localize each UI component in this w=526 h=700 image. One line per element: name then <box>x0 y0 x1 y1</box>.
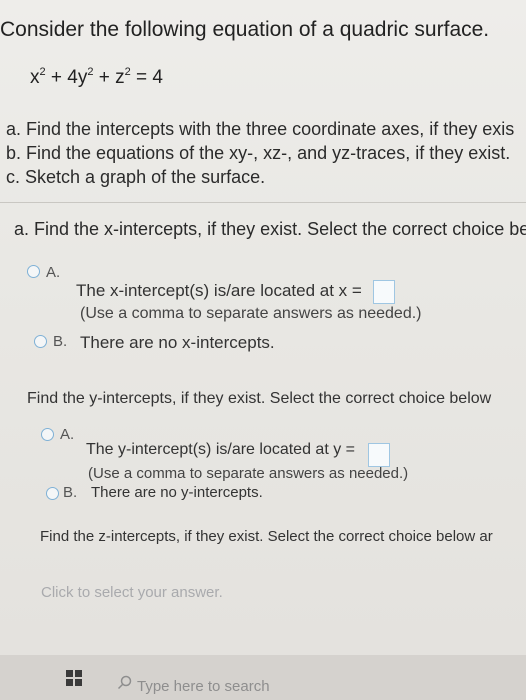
y-option-b-text[interactable]: There are no y-intercepts. <box>91 484 263 501</box>
windows-start-icon[interactable] <box>66 670 83 687</box>
y-intercept-input[interactable] <box>368 443 390 467</box>
y-option-a-radio[interactable] <box>41 428 54 441</box>
x-option-a-note: (Use a comma to separate answers as need… <box>80 305 422 322</box>
x-option-b-radio[interactable] <box>34 335 47 348</box>
problem-panel: Consider the following equation of a qua… <box>0 0 526 655</box>
y-option-a-note: (Use a comma to separate answers as need… <box>88 465 409 482</box>
equation: x2 + 4y2 + z2 = 4 <box>30 66 163 89</box>
eq-term-y: + 4y <box>45 67 88 88</box>
x-option-a-radio[interactable] <box>27 265 40 278</box>
x-option-a-letter: A. <box>46 264 61 281</box>
taskbar-search-input[interactable]: Type here to search <box>137 678 270 695</box>
taskbar: Type here to search <box>0 655 526 700</box>
search-icon <box>117 675 132 690</box>
y-intercepts-prompt: Find the y-intercepts, if they exist. Se… <box>27 390 492 407</box>
eq-term-z: + z <box>93 67 125 88</box>
part-c-instruction: c. Sketch a graph of the surface. <box>6 167 266 187</box>
y-option-a-letter: A. <box>60 426 75 443</box>
divider <box>0 202 526 203</box>
y-option-b-radio[interactable] <box>46 487 59 500</box>
part-b-instruction: b. Find the equations of the xy-, xz-, a… <box>6 143 511 163</box>
x-option-a-text[interactable]: The x-intercept(s) is/are located at x = <box>76 281 362 301</box>
part-a-instruction: a. Find the intercepts with the three co… <box>6 119 515 139</box>
x-intercept-input[interactable] <box>373 280 395 304</box>
click-to-select-hint: Click to select your answer. <box>41 584 223 601</box>
eq-rhs: = 4 <box>130 67 163 88</box>
eq-term-x: x <box>30 67 40 88</box>
y-option-a-text[interactable]: The y-intercept(s) is/are located at y = <box>86 441 355 459</box>
x-intercepts-prompt: a. Find the x-intercepts, if they exist.… <box>14 219 526 239</box>
y-option-b-letter: B. <box>63 484 78 501</box>
x-option-b-text[interactable]: There are no x-intercepts. <box>80 333 275 353</box>
x-option-b-letter: B. <box>53 333 68 350</box>
z-intercepts-prompt: Find the z-intercepts, if they exist. Se… <box>40 528 493 545</box>
problem-title: Consider the following equation of a qua… <box>0 18 490 41</box>
